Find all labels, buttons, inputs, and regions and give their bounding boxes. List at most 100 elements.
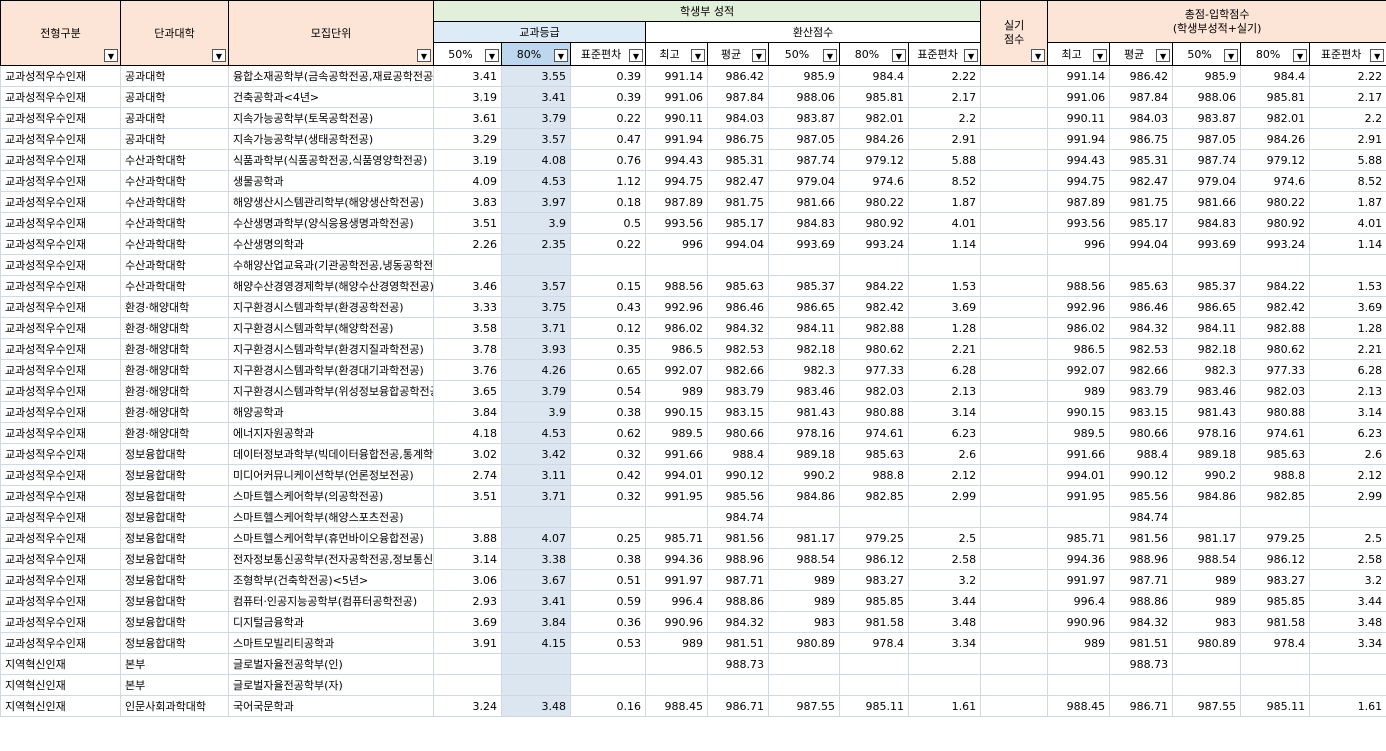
- table-cell[interactable]: [907, 506, 982, 528]
- table-cell[interactable]: 디지털금융학과: [228, 611, 434, 633]
- table-cell[interactable]: 해양공학과: [228, 401, 434, 423]
- table-cell[interactable]: 3.79: [501, 107, 571, 129]
- table-cell[interactable]: 986.42: [707, 65, 769, 87]
- table-cell[interactable]: 융합소재공학부(금속공학전공,재료공학전공): [228, 65, 434, 87]
- table-cell[interactable]: 3.41: [433, 65, 502, 87]
- table-cell[interactable]: 990.96: [1047, 611, 1111, 633]
- table-cell[interactable]: 수산과학대학: [120, 191, 229, 213]
- table-cell[interactable]: 0.22: [570, 233, 646, 255]
- table-cell[interactable]: [980, 464, 1049, 486]
- table-cell[interactable]: 0.15: [570, 275, 646, 297]
- table-cell[interactable]: 985.63: [839, 443, 909, 465]
- table-cell[interactable]: 988.73: [707, 653, 769, 675]
- table-cell[interactable]: 981.75: [1109, 191, 1174, 213]
- table-cell[interactable]: [645, 254, 708, 276]
- table-cell[interactable]: 3.06: [433, 569, 502, 591]
- table-cell[interactable]: 환경·해양대학: [120, 422, 229, 444]
- table-cell[interactable]: [501, 254, 571, 276]
- table-cell[interactable]: 2.26: [433, 233, 502, 255]
- table-cell[interactable]: 983: [1172, 611, 1242, 633]
- table-cell[interactable]: 985.56: [707, 485, 769, 507]
- table-cell[interactable]: 1.14: [1309, 233, 1386, 255]
- table-cell[interactable]: 991.14: [1047, 65, 1111, 87]
- table-cell[interactable]: 985.37: [768, 275, 840, 297]
- table-cell[interactable]: [839, 674, 909, 696]
- table-cell[interactable]: 989: [1047, 380, 1111, 402]
- table-cell[interactable]: 991.95: [645, 485, 708, 507]
- table-cell[interactable]: 2.21: [1309, 338, 1386, 360]
- table-cell[interactable]: 980.22: [839, 191, 909, 213]
- table-cell[interactable]: 0.47: [570, 128, 646, 150]
- table-cell[interactable]: [707, 674, 769, 696]
- table-cell[interactable]: 4.15: [501, 632, 571, 654]
- table-cell[interactable]: 미디어커뮤니케이션학부(언론정보전공): [228, 464, 434, 486]
- table-cell[interactable]: 990.15: [1047, 401, 1111, 423]
- table-cell[interactable]: 교과성적우수인재: [0, 170, 121, 192]
- table-cell[interactable]: 996: [645, 233, 708, 255]
- table-cell[interactable]: 986.02: [645, 317, 708, 339]
- table-cell[interactable]: 해양수산경영경제학부(해양수산경영학전공): [228, 275, 434, 297]
- table-cell[interactable]: [1240, 674, 1311, 696]
- table-cell[interactable]: 994.36: [1047, 548, 1111, 570]
- table-cell[interactable]: 989: [768, 590, 840, 612]
- table-cell[interactable]: [980, 338, 1049, 360]
- table-cell[interactable]: 987.89: [1047, 191, 1111, 213]
- table-cell[interactable]: 교과성적우수인재: [0, 506, 121, 528]
- table-cell[interactable]: 정보융합대학: [120, 611, 229, 633]
- filter-dropdown-icon[interactable]: ▼: [1093, 49, 1108, 62]
- table-cell[interactable]: 984.74: [1109, 506, 1174, 528]
- table-cell[interactable]: [980, 170, 1049, 192]
- table-cell[interactable]: 2.5: [907, 527, 982, 549]
- table-cell[interactable]: 988.96: [707, 548, 769, 570]
- table-cell[interactable]: 컴퓨터·인공지능공학부(컴퓨터공학전공): [228, 590, 434, 612]
- table-cell[interactable]: 지속가능공학부(생태공학전공): [228, 128, 434, 150]
- table-cell[interactable]: [1309, 674, 1386, 696]
- table-cell[interactable]: 인문사회과학대학: [120, 695, 229, 717]
- table-cell[interactable]: 987.74: [768, 149, 840, 171]
- table-cell[interactable]: 990.15: [645, 401, 708, 423]
- table-cell[interactable]: 985.63: [1109, 275, 1174, 297]
- table-cell[interactable]: 994.75: [1047, 170, 1111, 192]
- table-cell[interactable]: 3.48: [501, 695, 571, 717]
- table-cell[interactable]: 교과성적우수인재: [0, 485, 121, 507]
- table-cell[interactable]: 979.25: [1240, 527, 1311, 549]
- table-cell[interactable]: 1.53: [907, 275, 982, 297]
- table-cell[interactable]: 982.18: [1172, 338, 1242, 360]
- filter-dropdown-icon[interactable]: ▼: [104, 49, 118, 62]
- table-cell[interactable]: 989: [645, 632, 708, 654]
- table-cell[interactable]: 지구환경시스템과학부(위성정보융합공학전공): [228, 380, 434, 402]
- table-cell[interactable]: 2.99: [907, 485, 982, 507]
- table-cell[interactable]: 983.27: [1240, 569, 1311, 591]
- filter-dropdown-icon[interactable]: ▼: [964, 49, 979, 62]
- table-cell[interactable]: 교과성적우수인재: [0, 191, 121, 213]
- table-cell[interactable]: [1309, 506, 1386, 528]
- table-cell[interactable]: 2.2: [1309, 107, 1386, 129]
- table-cell[interactable]: 984.32: [707, 611, 769, 633]
- table-cell[interactable]: 교과성적우수인재: [0, 611, 121, 633]
- table-cell[interactable]: [980, 653, 1049, 675]
- table-cell[interactable]: 생물공학과: [228, 170, 434, 192]
- table-cell[interactable]: 3.9: [501, 212, 571, 234]
- table-cell[interactable]: [980, 422, 1049, 444]
- table-cell[interactable]: 980.62: [1240, 338, 1311, 360]
- table-cell[interactable]: 990.12: [707, 464, 769, 486]
- table-cell[interactable]: 989.18: [1172, 443, 1242, 465]
- table-cell[interactable]: 3.34: [1309, 632, 1386, 654]
- table-cell[interactable]: [1309, 653, 1386, 675]
- table-cell[interactable]: [980, 569, 1049, 591]
- table-cell[interactable]: [1047, 653, 1111, 675]
- table-cell[interactable]: 환경·해양대학: [120, 380, 229, 402]
- table-cell[interactable]: 본부: [120, 674, 229, 696]
- table-cell[interactable]: [707, 254, 769, 276]
- table-cell[interactable]: [839, 653, 909, 675]
- table-cell[interactable]: 3.29: [433, 128, 502, 150]
- table-cell[interactable]: 3.61: [433, 107, 502, 129]
- table-cell[interactable]: 989: [768, 569, 840, 591]
- table-cell[interactable]: 982.01: [839, 107, 909, 129]
- table-cell[interactable]: 988.56: [1047, 275, 1111, 297]
- table-cell[interactable]: 991.14: [645, 65, 708, 87]
- table-cell[interactable]: 2.12: [907, 464, 982, 486]
- table-cell[interactable]: 981.66: [1172, 191, 1242, 213]
- table-cell[interactable]: 교과성적우수인재: [0, 380, 121, 402]
- table-cell[interactable]: 980.88: [839, 401, 909, 423]
